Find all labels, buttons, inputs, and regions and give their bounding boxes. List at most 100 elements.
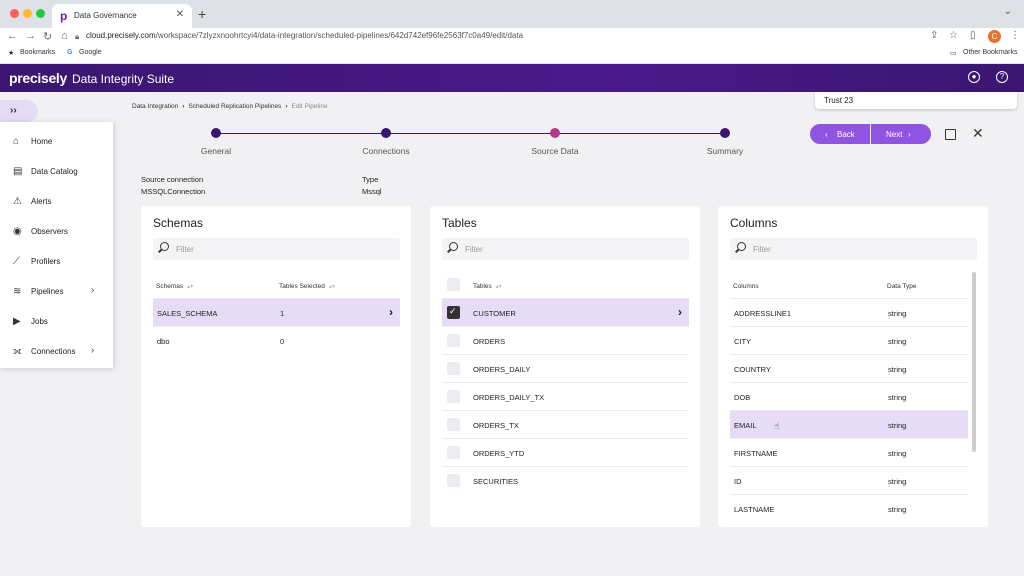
- precisely-logo[interactable]: precisely: [9, 70, 67, 86]
- tables-title: Tables: [442, 216, 477, 230]
- table-checkbox[interactable]: [447, 306, 460, 319]
- schemas-filter-input[interactable]: Filter: [153, 238, 400, 260]
- table-row[interactable]: dbo 0: [153, 327, 400, 355]
- table-row[interactable]: ADDRESSLINE1 string: [730, 299, 968, 327]
- chevron-right-icon: ›: [91, 285, 95, 296]
- back-arrow-icon[interactable]: ←: [7, 30, 18, 42]
- share-icon[interactable]: ⇪: [930, 30, 938, 41]
- browser-tab-bar: p Data Governance ✕ + ⌄: [0, 0, 1024, 28]
- sidebar-item-label: Data Catalog: [31, 167, 78, 176]
- home-icon[interactable]: ⌂: [61, 30, 68, 42]
- url-field[interactable]: cloud.precisely.com/workspace/7zlyzxnooh…: [86, 31, 523, 40]
- forward-arrow-icon[interactable]: →: [25, 30, 36, 42]
- close-window-icon[interactable]: [10, 9, 19, 18]
- back-button[interactable]: ‹ Back: [810, 124, 870, 144]
- next-button[interactable]: Next ›: [871, 124, 931, 144]
- column-name: LASTNAME: [734, 505, 775, 514]
- filter-placeholder: Filter: [176, 245, 194, 254]
- sort-icon: ▴▾: [328, 284, 335, 290]
- columns-scrollbar[interactable]: [972, 272, 976, 452]
- table-row[interactable]: CUSTOMER ›: [442, 299, 689, 327]
- home-icon: ⌂: [13, 136, 20, 147]
- sidebar-item-label: Observers: [31, 227, 68, 236]
- sidebar-item-jobs[interactable]: ▶︎ Jobs: [0, 306, 113, 336]
- table-row[interactable]: ID string: [730, 467, 968, 495]
- table-row[interactable]: DOB string: [730, 383, 968, 411]
- table-name: SECURITIES: [473, 477, 519, 486]
- sidebar-item-profilers[interactable]: ⟋ Profilers: [0, 246, 113, 276]
- profile-avatar[interactable]: C: [988, 30, 1001, 43]
- trust-dropdown[interactable]: Trust 23: [815, 92, 1017, 109]
- table-checkbox[interactable]: [447, 334, 460, 347]
- sidebar-item-label: Connections: [31, 347, 76, 356]
- sidebar-item-label: Home: [31, 137, 53, 146]
- columns-filter-input[interactable]: Filter: [730, 238, 977, 260]
- eye-icon: ◉: [13, 226, 22, 237]
- google-bookmark[interactable]: Google: [79, 49, 102, 56]
- table-row[interactable]: COUNTRY string: [730, 355, 968, 383]
- sidebar-item-home[interactable]: ⌂ Home: [0, 126, 113, 156]
- step-dot-source-data[interactable]: [550, 128, 560, 138]
- table-row[interactable]: SECURITIES: [442, 467, 689, 495]
- table-checkbox[interactable]: [447, 446, 460, 459]
- star-icon[interactable]: ☆: [949, 30, 958, 41]
- alert-icon: ⚠︎: [13, 196, 22, 207]
- table-row[interactable]: ORDERS_DAILY_TX: [442, 383, 689, 411]
- sidebar-item-observers[interactable]: ◉ Observers: [0, 216, 113, 246]
- breadcrumb-scheduled-pipelines[interactable]: Scheduled Replication Pipelines: [188, 103, 281, 110]
- table-row[interactable]: ORDERS_TX: [442, 411, 689, 439]
- other-bookmarks[interactable]: Other Bookmarks: [963, 49, 1017, 56]
- table-checkbox[interactable]: [447, 474, 460, 487]
- chevron-down-icon[interactable]: ⌄: [1004, 6, 1012, 17]
- connections-icon: ⟗: [13, 346, 22, 357]
- user-icon[interactable]: ●: [968, 71, 980, 83]
- schemas-column-header[interactable]: Schemas ▴▾: [156, 283, 193, 290]
- bookmarks-bar: ★ Bookmarks G Google ▭ Other Bookmarks: [0, 46, 1024, 64]
- column-type: string: [888, 505, 907, 514]
- minimize-window-icon[interactable]: [23, 9, 32, 18]
- step-dot-connections[interactable]: [381, 128, 391, 138]
- tables-selected-column-header[interactable]: Tables Selected ▴▾: [279, 283, 335, 290]
- table-checkbox[interactable]: [447, 418, 460, 431]
- new-tab-icon[interactable]: +: [198, 6, 206, 22]
- table-checkbox[interactable]: [447, 390, 460, 403]
- table-row[interactable]: CITY string: [730, 327, 968, 355]
- reload-icon[interactable]: ↻: [43, 30, 52, 43]
- step-dot-summary[interactable]: [720, 128, 730, 138]
- sidebar-item-data-catalog[interactable]: ▤ Data Catalog: [0, 156, 113, 186]
- lock-icon: 🔒︎: [75, 32, 80, 41]
- table-row[interactable]: ORDERS_DAILY: [442, 355, 689, 383]
- help-icon[interactable]: ?: [996, 71, 1008, 83]
- columns-title: Columns: [730, 216, 778, 230]
- kebab-menu-icon[interactable]: ⋮: [1010, 30, 1020, 41]
- sidebar-item-connections[interactable]: ⟗ Connections ›: [0, 336, 113, 366]
- sidebar-item-pipelines[interactable]: ≋ Pipelines ›: [0, 276, 113, 306]
- bookmarks-link[interactable]: Bookmarks: [20, 49, 55, 56]
- browser-tab[interactable]: p Data Governance ✕: [52, 4, 192, 28]
- table-row[interactable]: ORDERS: [442, 327, 689, 355]
- table-checkbox[interactable]: [447, 362, 460, 375]
- table-row[interactable]: ORDERS_YTD: [442, 439, 689, 467]
- tables-column-header[interactable]: Tables ▴▾: [473, 283, 502, 290]
- google-icon: G: [67, 49, 73, 56]
- table-row[interactable]: SALES_SCHEMA 1 ›: [153, 299, 400, 327]
- tables-selected-count: 1: [280, 309, 285, 318]
- close-icon[interactable]: ✕: [972, 125, 984, 142]
- table-row[interactable]: FIRSTNAME string: [730, 439, 968, 467]
- breadcrumb-data-integration[interactable]: Data Integration: [132, 103, 178, 110]
- sidebar-toggle-icon[interactable]: ▯: [970, 30, 976, 41]
- catalog-icon: ▤: [13, 166, 23, 177]
- select-all-checkbox[interactable]: [447, 278, 460, 291]
- step-dot-general[interactable]: [211, 128, 221, 138]
- tables-filter-input[interactable]: Filter: [442, 238, 689, 260]
- precisely-favicon-icon: p: [60, 9, 68, 23]
- table-row[interactable]: LASTNAME string: [730, 495, 968, 523]
- column-type: string: [888, 393, 907, 402]
- save-icon[interactable]: [945, 129, 956, 140]
- back-button-label: Back: [837, 130, 855, 139]
- tab-close-icon[interactable]: ✕: [176, 9, 184, 20]
- sidebar-expand-button[interactable]: ››: [0, 100, 38, 122]
- maximize-window-icon[interactable]: [36, 9, 45, 18]
- sidebar-item-alerts[interactable]: ⚠︎ Alerts: [0, 186, 113, 216]
- table-row[interactable]: EMAIL string ☝︎: [730, 411, 968, 439]
